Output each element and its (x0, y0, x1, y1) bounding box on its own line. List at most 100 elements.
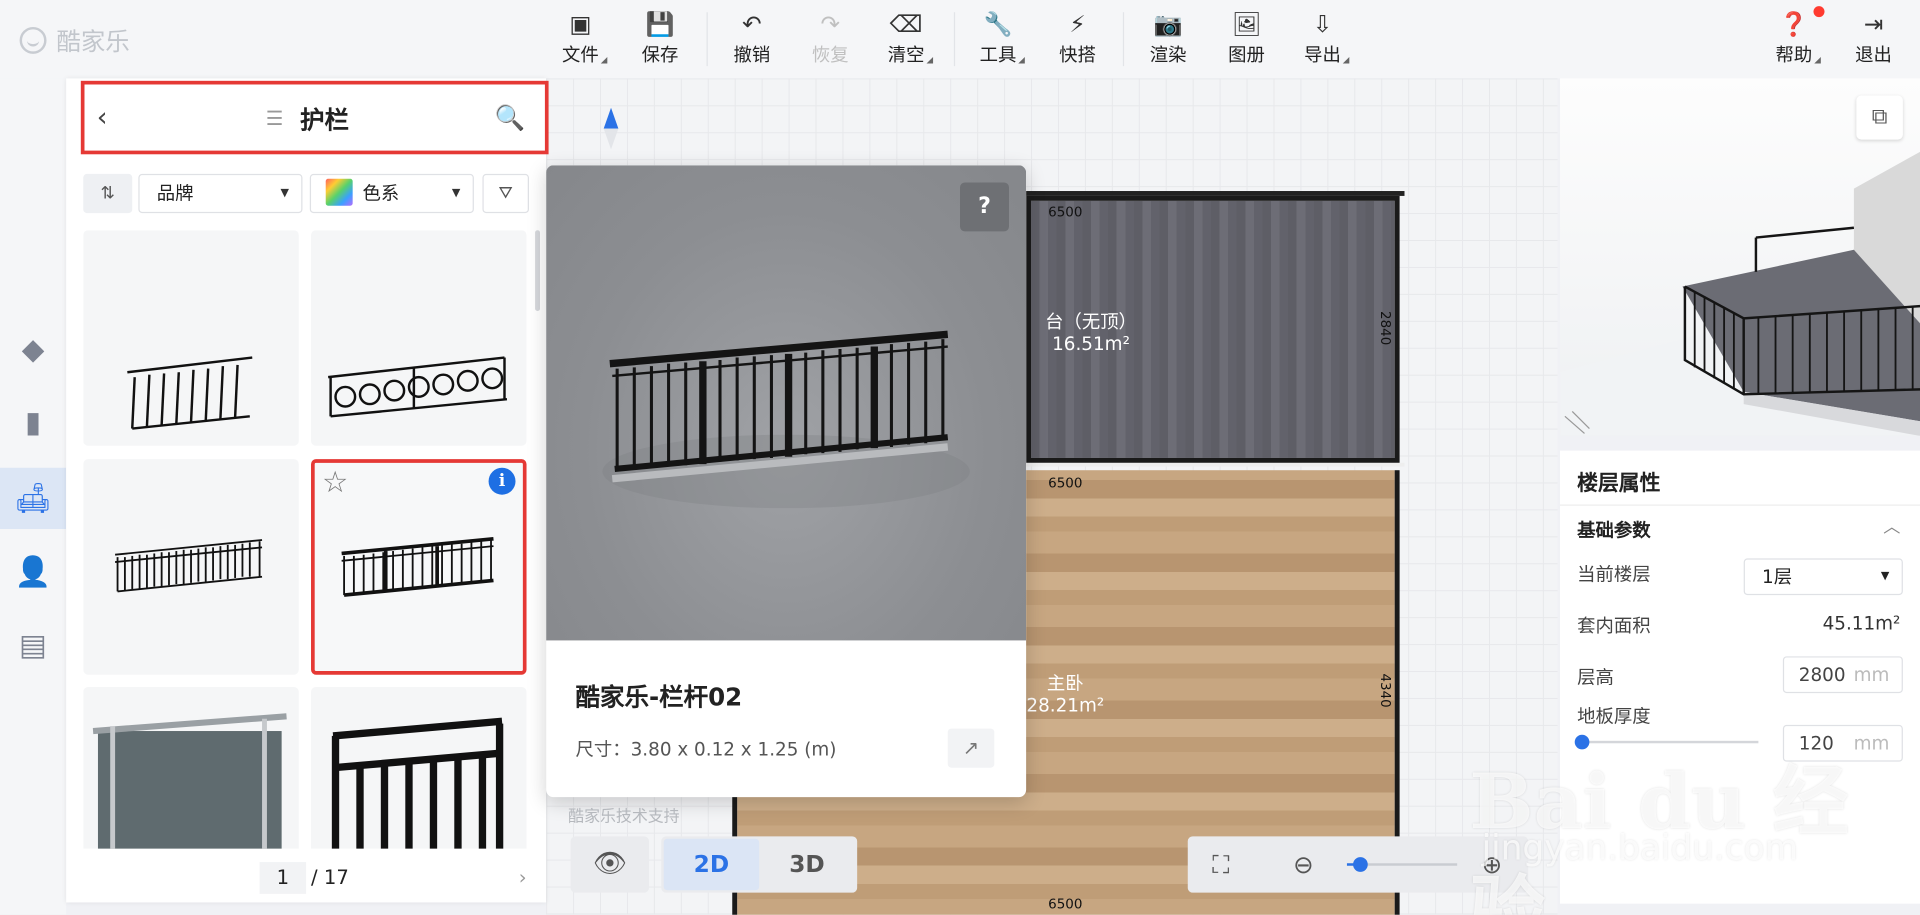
view-3d-button[interactable]: 3D (759, 839, 855, 890)
rail-user[interactable]: 👤 (0, 541, 66, 602)
visibility-button[interactable]: 👁 (570, 836, 649, 893)
back-icon[interactable]: ‹ (97, 102, 108, 133)
zoom-slider-handle[interactable] (1352, 857, 1368, 872)
render-button[interactable]: 📷 渲染 (1131, 10, 1204, 68)
help-button[interactable]: ❓ 帮助 ◢ (1757, 10, 1830, 68)
filter-icon: ⛛ (498, 183, 513, 204)
model-card[interactable] (83, 686, 299, 849)
dimension-mid: 6500 (1048, 475, 1083, 492)
model-library-panel: ‹ ☰ 护栏 🔍 ⇅ 品牌 ▼ 色系 ▼ ⛛ ☆ i 1 / 17 › (66, 78, 549, 903)
rail-cabinet[interactable]: ▤ (0, 615, 66, 676)
eraser-icon: ⌫ (889, 11, 923, 38)
toolbar-divider (706, 12, 708, 67)
next-page-icon[interactable]: › (519, 862, 527, 894)
section-basic-params[interactable]: 基础参数 (1577, 517, 1650, 543)
filter-button[interactable]: ⛛ (482, 173, 529, 214)
model-card[interactable] (311, 686, 527, 849)
tech-support-text: 酷家乐技术支持 (568, 808, 680, 827)
clear-button[interactable]: ⌫ 清空 ◢ (869, 10, 942, 68)
model-grid: ☆ i (83, 230, 529, 849)
list-icon[interactable]: ☰ (266, 106, 284, 129)
cabinet-icon: ▤ (19, 628, 47, 663)
zoom-out-icon[interactable]: ⊖ (1293, 836, 1314, 892)
model-card[interactable] (311, 230, 527, 446)
brand-dropdown[interactable]: 品牌 ▼ (138, 173, 303, 214)
railing-render (602, 330, 970, 509)
open-external-icon[interactable]: ↗ (947, 728, 995, 768)
exit-button[interactable]: ⇥ 退出 (1837, 10, 1910, 68)
scrollbar[interactable] (535, 230, 541, 312)
search-icon[interactable]: 🔍 (495, 103, 525, 132)
page-input[interactable]: 1 (259, 862, 307, 894)
clear-label: 清空 (887, 44, 925, 67)
view-mode-switch: 2D 3D (661, 836, 858, 893)
rail-structure[interactable]: ◆ (0, 318, 66, 379)
viewport-toggle-icon[interactable]: ⧉ (1856, 95, 1903, 140)
quick-label: 快搭 (1059, 44, 1096, 67)
slab-thickness-label: 地板厚度 (1577, 705, 1651, 728)
redo-button[interactable]: ↷ 恢复 (793, 10, 866, 68)
model-card-selected[interactable]: ☆ i (311, 459, 527, 675)
tools-label: 工具 (979, 44, 1017, 67)
redo-label: 恢复 (811, 44, 849, 67)
undo-icon: ↶ (742, 11, 762, 38)
save-label: 保存 (641, 44, 679, 67)
railing-thumbnail (328, 356, 508, 418)
floor-height-input[interactable]: 2800 mm (1782, 656, 1903, 694)
balcony-area: 16.51m² (1052, 333, 1130, 356)
fit-view-icon[interactable]: ⛶ (1212, 836, 1229, 892)
color-swatch-icon (325, 178, 353, 206)
sort-button[interactable]: ⇅ (83, 173, 133, 214)
layers-icon: ◆ (21, 331, 45, 367)
dimension-bottom: 6500 (1048, 896, 1083, 913)
tools-menu-button[interactable]: 🔧 工具 ◢ (961, 10, 1034, 68)
model-card[interactable] (83, 459, 299, 675)
floor-height-label: 层高 (1577, 666, 1614, 689)
redo-icon: ↷ (820, 11, 840, 38)
album-button[interactable]: 🖼 图册 (1210, 10, 1283, 68)
balcony-name: 台（无顶） (1045, 311, 1137, 334)
bedroom-name: 主卧 (1046, 672, 1084, 695)
rail-furniture[interactable]: 🛋 (0, 467, 67, 529)
file-menu-button[interactable]: ▣ 文件 ◢ (544, 10, 617, 68)
logo-text: 酷家乐 (56, 26, 130, 57)
toolbar-divider (953, 12, 956, 67)
album-label: 图册 (1228, 44, 1265, 67)
export-button[interactable]: ⇩ 导出 ◢ (1286, 10, 1359, 68)
undo-label: 撤销 (733, 44, 771, 67)
current-floor-select[interactable]: 1层 ▼ (1743, 558, 1903, 596)
view-2d-button[interactable]: 2D (663, 838, 760, 891)
export-label: 导出 (1304, 44, 1341, 67)
floor-height-value: 2800 (1798, 663, 1846, 686)
watermark-url: jingyan.baidu.com (1481, 827, 1799, 869)
caret-down-icon: ▼ (451, 187, 461, 200)
save-button[interactable]: 💾 保存 (623, 10, 696, 68)
help-label: 帮助 (1775, 44, 1813, 67)
rail-door-window[interactable]: ▮ (0, 392, 66, 453)
feedback-icon[interactable]: ? (960, 182, 1009, 232)
model-card[interactable] (83, 230, 299, 446)
exit-label: 退出 (1855, 44, 1892, 67)
logo-icon (19, 26, 47, 54)
color-dropdown[interactable]: 色系 ▼ (309, 173, 474, 214)
file-icon: ▣ (569, 11, 592, 38)
floor-height-unit: mm (1853, 663, 1890, 686)
zoom-slider[interactable] (1346, 857, 1458, 872)
panel-title: 护栏 (300, 104, 349, 135)
dimension-right-bottom: 4340 (1377, 673, 1394, 708)
logo: 酷家乐 (19, 22, 130, 58)
camera-icon: 📷 (1153, 11, 1183, 38)
3d-preview-viewport[interactable]: ⧉ (1560, 78, 1920, 436)
undo-button[interactable]: ↶ 撤销 (715, 10, 788, 68)
quick-build-button[interactable]: ⚡ 快搭 (1041, 10, 1114, 68)
model-preview-card: ? 酷家乐-栏杆02 尺寸：3.80 x 0.12 x 1.25 (m) ↗ (546, 165, 1027, 798)
left-category-rail: ◆ ▮ 🛋 👤 ▤ (0, 78, 67, 915)
railing-thumbnail (331, 717, 504, 849)
preview-title: 酷家乐-栏杆02 (575, 682, 743, 712)
file-label: 文件 (562, 44, 599, 67)
compass-icon (603, 107, 619, 150)
properties-title: 楼层属性 (1577, 471, 1661, 496)
railing-thumbnail (341, 536, 494, 597)
save-icon: 💾 (645, 11, 675, 38)
chevron-up-icon[interactable]: ︿ (1883, 514, 1900, 538)
